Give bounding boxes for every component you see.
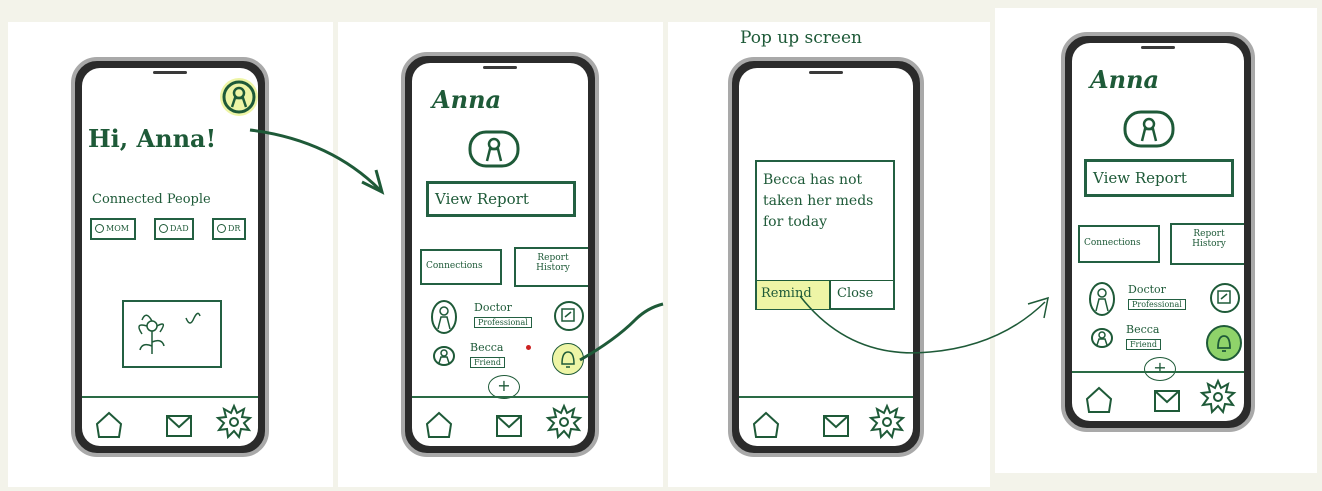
settings-gear-icon[interactable] — [545, 403, 583, 440]
connections-label: Connections — [1084, 238, 1141, 248]
person-label: MOM — [106, 224, 129, 233]
notification-dot — [526, 345, 531, 350]
home-icon[interactable] — [751, 410, 781, 440]
phone-home: Hi, Anna! Connected People MOM DAD DR — [71, 57, 269, 457]
phone-notch — [1141, 46, 1175, 49]
popup-message: Becca has not taken her meds for today — [763, 172, 874, 230]
plus-icon: + — [497, 376, 511, 395]
person-chip-dad[interactable]: DAD — [154, 218, 194, 240]
contact-role-doctor: Professional — [474, 317, 532, 328]
greeting-text: Hi, Anna! — [88, 124, 217, 153]
bottom-nav — [82, 396, 258, 446]
home-screen: Hi, Anna! Connected People MOM DAD DR — [82, 68, 258, 446]
view-report-label: View Report — [1093, 169, 1187, 187]
home-icon[interactable] — [1084, 385, 1114, 415]
connections-button[interactable]: Connections — [420, 249, 502, 285]
phone-notch — [483, 66, 517, 69]
person-chip-dr[interactable]: DR — [212, 218, 246, 240]
settings-gear-icon[interactable] — [868, 403, 906, 440]
bottom-nav — [1072, 371, 1244, 421]
person-label: DR — [228, 224, 241, 233]
flow-arrow-3 — [799, 295, 1049, 354]
settings-gear-icon[interactable] — [1199, 378, 1237, 415]
report-history-label: Report History — [1192, 229, 1226, 249]
home-icon[interactable] — [94, 410, 124, 440]
report-history-label: Report History — [536, 253, 570, 273]
contact-role-becca: Friend — [1126, 339, 1161, 350]
view-report-label: View Report — [435, 190, 529, 208]
bottom-nav — [412, 396, 588, 446]
report-history-button[interactable]: Report History — [1170, 223, 1244, 265]
phone-profile-reminded: Anna View Report Connections Report Hist… — [1061, 32, 1255, 432]
profile-name: Anna — [1090, 65, 1160, 94]
person-icon — [217, 224, 226, 233]
connections-label: Connections — [426, 261, 483, 271]
connected-people-heading: Connected People — [92, 192, 211, 207]
settings-gear-icon[interactable] — [215, 403, 253, 440]
phone-popup: Becca has not taken her meds for today R… — [728, 57, 924, 457]
contact-name-doctor: Doctor — [474, 301, 512, 314]
inbox-icon[interactable] — [164, 410, 194, 440]
report-history-button[interactable]: Report History — [514, 247, 588, 287]
doctor-avatar-icon — [1089, 282, 1115, 316]
contact-role-becca: Friend — [470, 357, 505, 368]
view-report-button[interactable]: View Report — [426, 181, 576, 217]
person-chip-mom[interactable]: MOM — [90, 218, 136, 240]
person-icon — [95, 224, 104, 233]
flower-icon — [138, 312, 201, 354]
becca-avatar-icon — [1091, 328, 1113, 348]
popup-screen-caption: Pop up screen — [740, 28, 862, 48]
popup-screen: Becca has not taken her meds for today R… — [739, 68, 913, 446]
becca-avatar-icon — [433, 346, 455, 366]
view-report-button[interactable]: View Report — [1084, 159, 1234, 197]
person-icon — [159, 224, 168, 233]
flower-image-card — [122, 300, 222, 368]
inbox-icon[interactable] — [821, 410, 851, 440]
popup-dialog: Becca has not taken her meds for today R… — [755, 160, 895, 310]
contact-role-doctor: Professional — [1128, 299, 1186, 310]
report-icon — [1217, 290, 1231, 304]
flow-arrow-1 — [249, 128, 385, 195]
bottom-nav — [739, 396, 913, 446]
profile-screen: Anna View Report Connections Report Hist… — [412, 63, 588, 446]
flow-arrow-2 — [579, 302, 664, 362]
profile-name: Anna — [432, 85, 502, 114]
profile-avatar-icon — [468, 130, 520, 168]
becca-reminded-bell-button[interactable] — [1206, 325, 1242, 361]
bell-icon — [1217, 335, 1231, 352]
inbox-icon[interactable] — [494, 410, 524, 440]
contact-name-becca: Becca — [470, 341, 504, 354]
phone-notch — [809, 71, 843, 74]
phone-profile: Anna View Report Connections Report Hist… — [401, 52, 599, 457]
contact-name-doctor: Doctor — [1128, 283, 1166, 296]
doctor-avatar-icon — [431, 300, 457, 334]
inbox-icon[interactable] — [1152, 385, 1182, 415]
phone-notch — [153, 71, 187, 74]
profile-avatar-icon — [1123, 110, 1175, 148]
profile-avatar-button[interactable] — [220, 78, 258, 116]
contact-name-becca: Becca — [1126, 323, 1160, 336]
home-icon[interactable] — [424, 410, 454, 440]
profile-screen-reminded: Anna View Report Connections Report Hist… — [1072, 43, 1244, 421]
user-icon — [222, 80, 256, 114]
person-label: DAD — [170, 224, 189, 233]
connections-button[interactable]: Connections — [1078, 225, 1160, 263]
doctor-report-button[interactable] — [1210, 283, 1240, 313]
